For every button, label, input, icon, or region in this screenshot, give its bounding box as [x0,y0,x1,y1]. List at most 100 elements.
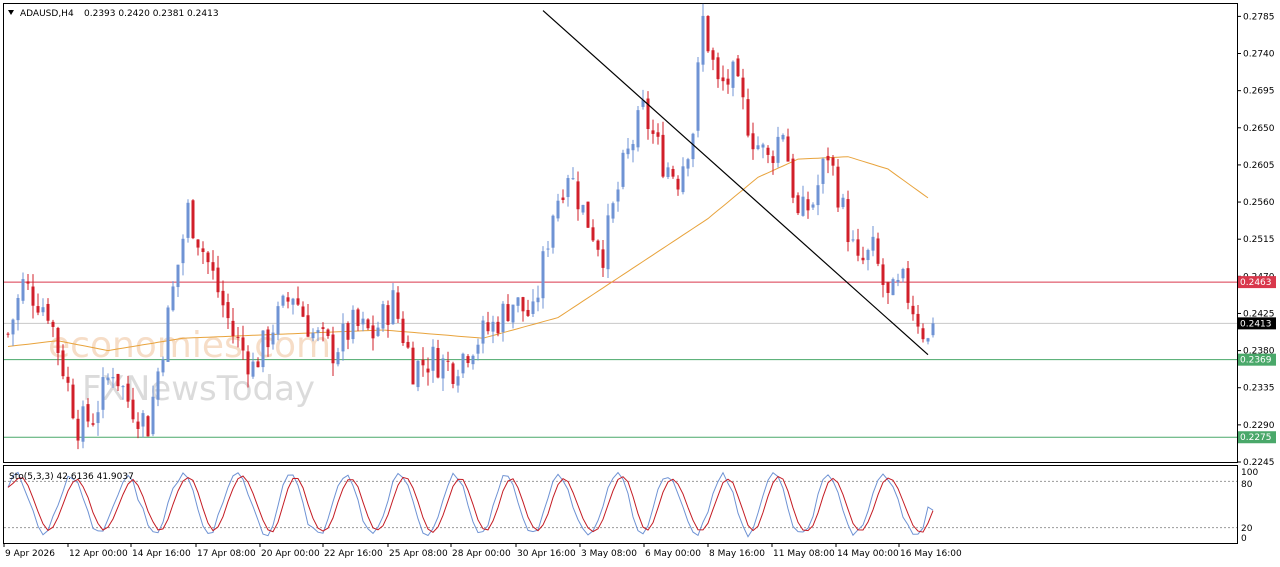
candle-body [621,152,625,187]
candle-body [716,57,720,80]
candle-body [331,334,335,364]
candle-body [476,344,480,354]
candle-body [141,413,145,427]
x-tick-label: 30 Apr 16:00 [517,549,576,559]
symbol-label: ADAUSD,H4 [20,9,74,19]
candle-body [376,327,380,336]
candle-body [411,347,415,385]
candle-body [321,327,325,329]
candle-body [451,363,455,384]
candle-body [51,321,55,327]
candle-body [6,333,10,335]
candle-body [836,166,840,208]
candle-body [346,323,350,340]
candle-body [261,330,265,368]
candle-body [191,200,195,239]
candle-body [281,295,285,306]
candle-body [556,200,560,219]
candle-body [576,181,580,210]
candle-body [226,302,230,319]
y-tick-label: 0.2290 [1243,421,1275,431]
candle-body [871,236,875,251]
candle-body [446,360,450,362]
candle-body [931,323,935,336]
candle-body [366,319,370,329]
x-tick-label: 6 May 00:00 [645,549,701,559]
candle-body [861,257,865,261]
candle-body [816,185,820,206]
candle-body [171,286,175,311]
candle-body [706,16,710,52]
candle-body [656,132,660,137]
candle-body [216,267,220,293]
candle-body [506,304,510,322]
candle-body [316,330,320,333]
candle-body [771,156,775,163]
candle-body [726,78,730,85]
candle-body [361,318,365,325]
candle-body [391,290,395,325]
candle-body [501,303,505,332]
candle-body [46,303,50,321]
candle-body [821,158,825,184]
candle-body [906,268,910,303]
candle-body [381,304,385,329]
y-axis-ticks: 0.2785 0.2740 0.2695 0.2650 0.2605 0.2560 0.25… [1237,12,1275,468]
chart-canvas: economies.com FXNewsToday 0.27850.27400.… [3,3,1276,559]
candle-body [31,286,35,306]
candle-body [711,50,715,60]
candle-body [431,346,435,371]
candle-body [686,159,690,169]
candle-body [516,297,520,306]
candle-body [921,328,925,340]
candle-body [481,320,485,344]
stoch-level-0: 0 [1241,534,1247,544]
candle-body [856,239,860,256]
x-tick-label: 14 Apr 16:00 [132,549,191,559]
candle-body [571,178,575,180]
candle-body [591,227,595,241]
candle-body [806,199,810,211]
indicator-panel [3,465,1238,544]
candle-body [851,239,855,241]
candle-body [496,321,500,334]
x-tick-label: 25 Apr 08:00 [389,549,448,559]
candle-body [356,309,360,326]
candle-body [741,77,745,98]
candle-body [546,248,550,250]
candle-body [111,376,115,379]
candle-body [846,199,850,243]
price-level-label: 0.2413 [1240,319,1272,329]
x-tick-label: 9 Apr 2026 [5,549,55,559]
y-tick-label: 0.2740 [1243,50,1275,60]
candle-body [731,61,735,88]
candle-body [746,99,750,136]
candle-body [901,268,905,279]
candle-body [801,196,805,216]
candle-body [246,351,250,375]
candle-body [166,307,170,362]
candle-body [301,306,305,317]
x-tick-label: 8 May 16:00 [709,549,765,559]
candle-body [286,297,290,302]
candle-body [896,279,900,283]
candle-body [796,195,800,214]
candle-body [416,360,420,388]
y-tick-label: 0.2695 [1243,87,1275,97]
candle-body [241,337,245,351]
candle-body [116,373,120,387]
candle-body [21,279,25,301]
candle-body [671,169,675,177]
candle-body [491,321,495,332]
y-tick-label: 0.2785 [1243,12,1275,22]
stoch-label: Sto(5,3,3) 42.6136 41.9037 [9,472,134,482]
candle-body [831,157,835,166]
candle-body [66,376,70,383]
candle-body [926,338,930,342]
candle-body [406,341,410,348]
candle-body [916,313,920,327]
candle-body [421,359,425,366]
candle-body [701,15,705,65]
candle-body [696,62,700,131]
candle-body [601,249,605,268]
